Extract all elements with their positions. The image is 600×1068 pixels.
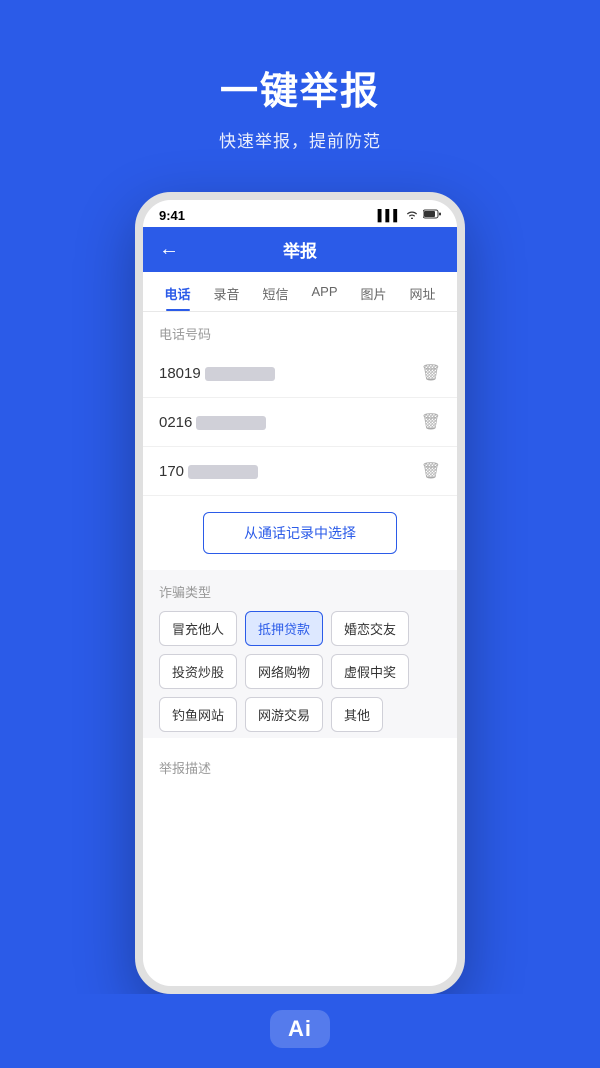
phone-item-3: 170 🗑 — [143, 447, 457, 496]
signal-icon: ▌▌▌ — [378, 210, 401, 222]
main-title: 一键举报 — [0, 60, 600, 115]
phone-list: 18019 🗑 0216 🗑 170 🗑 — [143, 349, 457, 496]
wifi-icon — [405, 209, 419, 222]
tab-bar: 电话 录音 短信 APP 图片 网址 — [143, 272, 457, 312]
tag-fake-lottery[interactable]: 虚假中奖 — [331, 654, 409, 689]
battery-icon — [423, 209, 441, 222]
phone-content: 电话 录音 短信 APP 图片 网址 电话号码 18019 🗑 0216 🗑 1… — [143, 272, 457, 986]
tab-url[interactable]: 网址 — [398, 272, 447, 311]
desc-label: 举报描述 — [159, 758, 441, 777]
status-bar: 9:41 ▌▌▌ — [143, 200, 457, 227]
select-btn-container: 从通话记录中选择 — [143, 496, 457, 570]
header-section: 一键举报 快速举报，提前防范 — [0, 0, 600, 192]
tag-investment[interactable]: 投资炒股 — [159, 654, 237, 689]
tag-online-shopping[interactable]: 网络购物 — [245, 654, 323, 689]
sub-title: 快速举报，提前防范 — [0, 127, 600, 152]
delete-icon-2[interactable]: 🗑 — [421, 412, 441, 432]
tag-dating[interactable]: 婚恋交友 — [331, 611, 409, 646]
bottom-bar: Ai — [0, 994, 600, 1068]
fraud-section: 诈骗类型 冒充他人 抵押贷款 婚恋交友 投资炒股 网络购物 虚假中奖 钓鱼网站 … — [143, 570, 457, 738]
tab-recording[interactable]: 录音 — [202, 272, 251, 311]
delete-icon-3[interactable]: 🗑 — [421, 461, 441, 481]
tag-other[interactable]: 其他 — [331, 697, 383, 732]
tab-app[interactable]: APP — [300, 272, 349, 311]
tab-image[interactable]: 图片 — [349, 272, 398, 311]
desc-section: 举报描述 — [143, 746, 457, 783]
fraud-tags: 冒充他人 抵押贷款 婚恋交友 投资炒股 网络购物 虚假中奖 钓鱼网站 网游交易 … — [159, 611, 441, 732]
status-icons: ▌▌▌ — [378, 209, 441, 222]
tab-sms[interactable]: 短信 — [251, 272, 300, 311]
phone-device-frame: 9:41 ▌▌▌ ← 举报 电话 录音 短信 APP 图片 网址 电话号码 18… — [135, 192, 465, 994]
blur-1 — [205, 367, 275, 381]
phone-number-1: 18019 — [159, 365, 275, 382]
blur-3 — [188, 465, 258, 479]
ai-badge: Ai — [270, 1010, 330, 1048]
phone-item-2: 0216 🗑 — [143, 398, 457, 447]
delete-icon-1[interactable]: 🗑 — [421, 363, 441, 383]
tag-phishing[interactable]: 钓鱼网站 — [159, 697, 237, 732]
blur-2 — [196, 416, 266, 430]
tab-phone[interactable]: 电话 — [153, 272, 202, 311]
tag-game-trading[interactable]: 网游交易 — [245, 697, 323, 732]
nav-bar: ← 举报 — [143, 227, 457, 272]
status-time: 9:41 — [159, 208, 185, 223]
fraud-section-label: 诈骗类型 — [159, 582, 441, 601]
phone-item-1: 18019 🗑 — [143, 349, 457, 398]
back-button[interactable]: ← — [159, 238, 179, 261]
phone-number-3: 170 — [159, 463, 258, 480]
select-from-calls-button[interactable]: 从通话记录中选择 — [203, 512, 397, 554]
tag-mortgage-loan[interactable]: 抵押贷款 — [245, 611, 323, 646]
nav-title: 举报 — [283, 237, 317, 262]
phone-number-2: 0216 — [159, 414, 266, 431]
tag-impersonation[interactable]: 冒充他人 — [159, 611, 237, 646]
phone-section-label: 电话号码 — [143, 312, 457, 349]
